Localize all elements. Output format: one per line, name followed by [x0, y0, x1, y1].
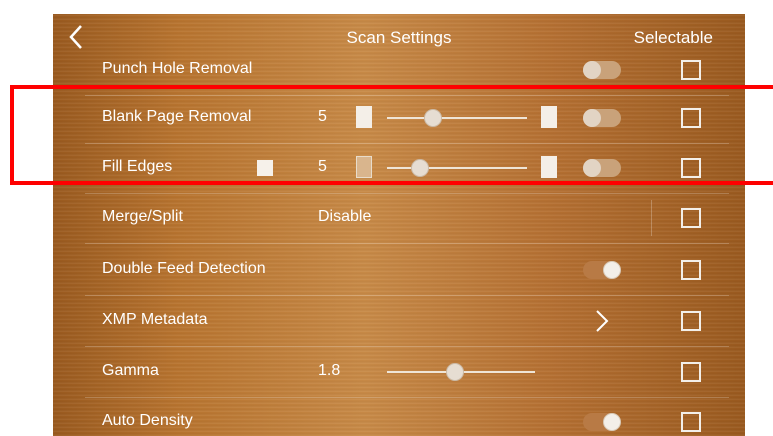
toggle-knob [603, 261, 621, 279]
blank-page-slider[interactable] [387, 108, 527, 128]
row-fill-edges: Fill Edges 5 [53, 142, 745, 194]
gamma-checkbox[interactable] [681, 362, 701, 382]
double-feed-toggle[interactable] [583, 261, 621, 279]
slider-thumb[interactable] [423, 109, 442, 127]
slider-thumb[interactable] [445, 363, 464, 381]
gamma-value: 1.8 [318, 362, 341, 379]
auto-density-checkbox[interactable] [681, 412, 701, 432]
slider-track [387, 167, 527, 169]
fill-edges-checkbox[interactable] [681, 158, 701, 178]
fill-edges-slider[interactable] [387, 158, 527, 178]
punch-hole-checkbox[interactable] [681, 60, 701, 80]
row-gamma: Gamma 1.8 [53, 346, 745, 398]
toggle-knob [583, 159, 601, 177]
row-label: Merge/Split [102, 208, 183, 225]
row-label: Gamma [102, 362, 159, 379]
row-label: Double Feed Detection [102, 260, 266, 277]
xmp-metadata-checkbox[interactable] [681, 311, 701, 331]
merge-split-value: Disable [318, 208, 372, 225]
blank-page-toggle[interactable] [583, 109, 621, 127]
slider-track [387, 117, 527, 119]
blank-document-icon [356, 106, 372, 128]
blank-page-value: 5 [318, 108, 327, 125]
row-label: Blank Page Removal [102, 108, 252, 125]
thick-edge-icon [541, 156, 557, 178]
gamma-slider[interactable] [387, 362, 535, 382]
fill-edges-toggle[interactable] [583, 159, 621, 177]
row-blank-page-removal: Blank Page Removal 5 [53, 92, 745, 144]
row-label: Fill Edges [102, 158, 173, 175]
text-document-icon [541, 106, 557, 128]
chevron-right-icon[interactable] [595, 309, 609, 333]
row-xmp-metadata[interactable]: XMP Metadata [53, 295, 745, 347]
row-label: Auto Density [102, 412, 193, 429]
row-double-feed-detection: Double Feed Detection [53, 244, 745, 296]
double-feed-checkbox[interactable] [681, 260, 701, 280]
row-merge-split[interactable]: Merge/Split Disable [53, 192, 745, 244]
row-auto-density: Auto Density [53, 396, 745, 436]
slider-thumb[interactable] [411, 159, 430, 177]
toggle-knob [583, 109, 601, 127]
vertical-divider [651, 200, 652, 236]
toggle-knob [583, 61, 601, 79]
auto-density-toggle[interactable] [583, 413, 621, 431]
fill-color-swatch[interactable] [257, 160, 273, 176]
row-punch-hole-removal: Punch Hole Removal [53, 44, 745, 96]
row-label: Punch Hole Removal [102, 60, 253, 77]
scan-settings-panel: Scan Settings Selectable Punch Hole Remo… [53, 14, 745, 436]
merge-split-checkbox[interactable] [681, 208, 701, 228]
row-label: XMP Metadata [102, 311, 208, 328]
thin-edge-icon [356, 156, 372, 178]
toggle-knob [603, 413, 621, 431]
blank-page-checkbox[interactable] [681, 108, 701, 128]
punch-hole-toggle[interactable] [583, 61, 621, 79]
fill-edges-value: 5 [318, 158, 327, 175]
